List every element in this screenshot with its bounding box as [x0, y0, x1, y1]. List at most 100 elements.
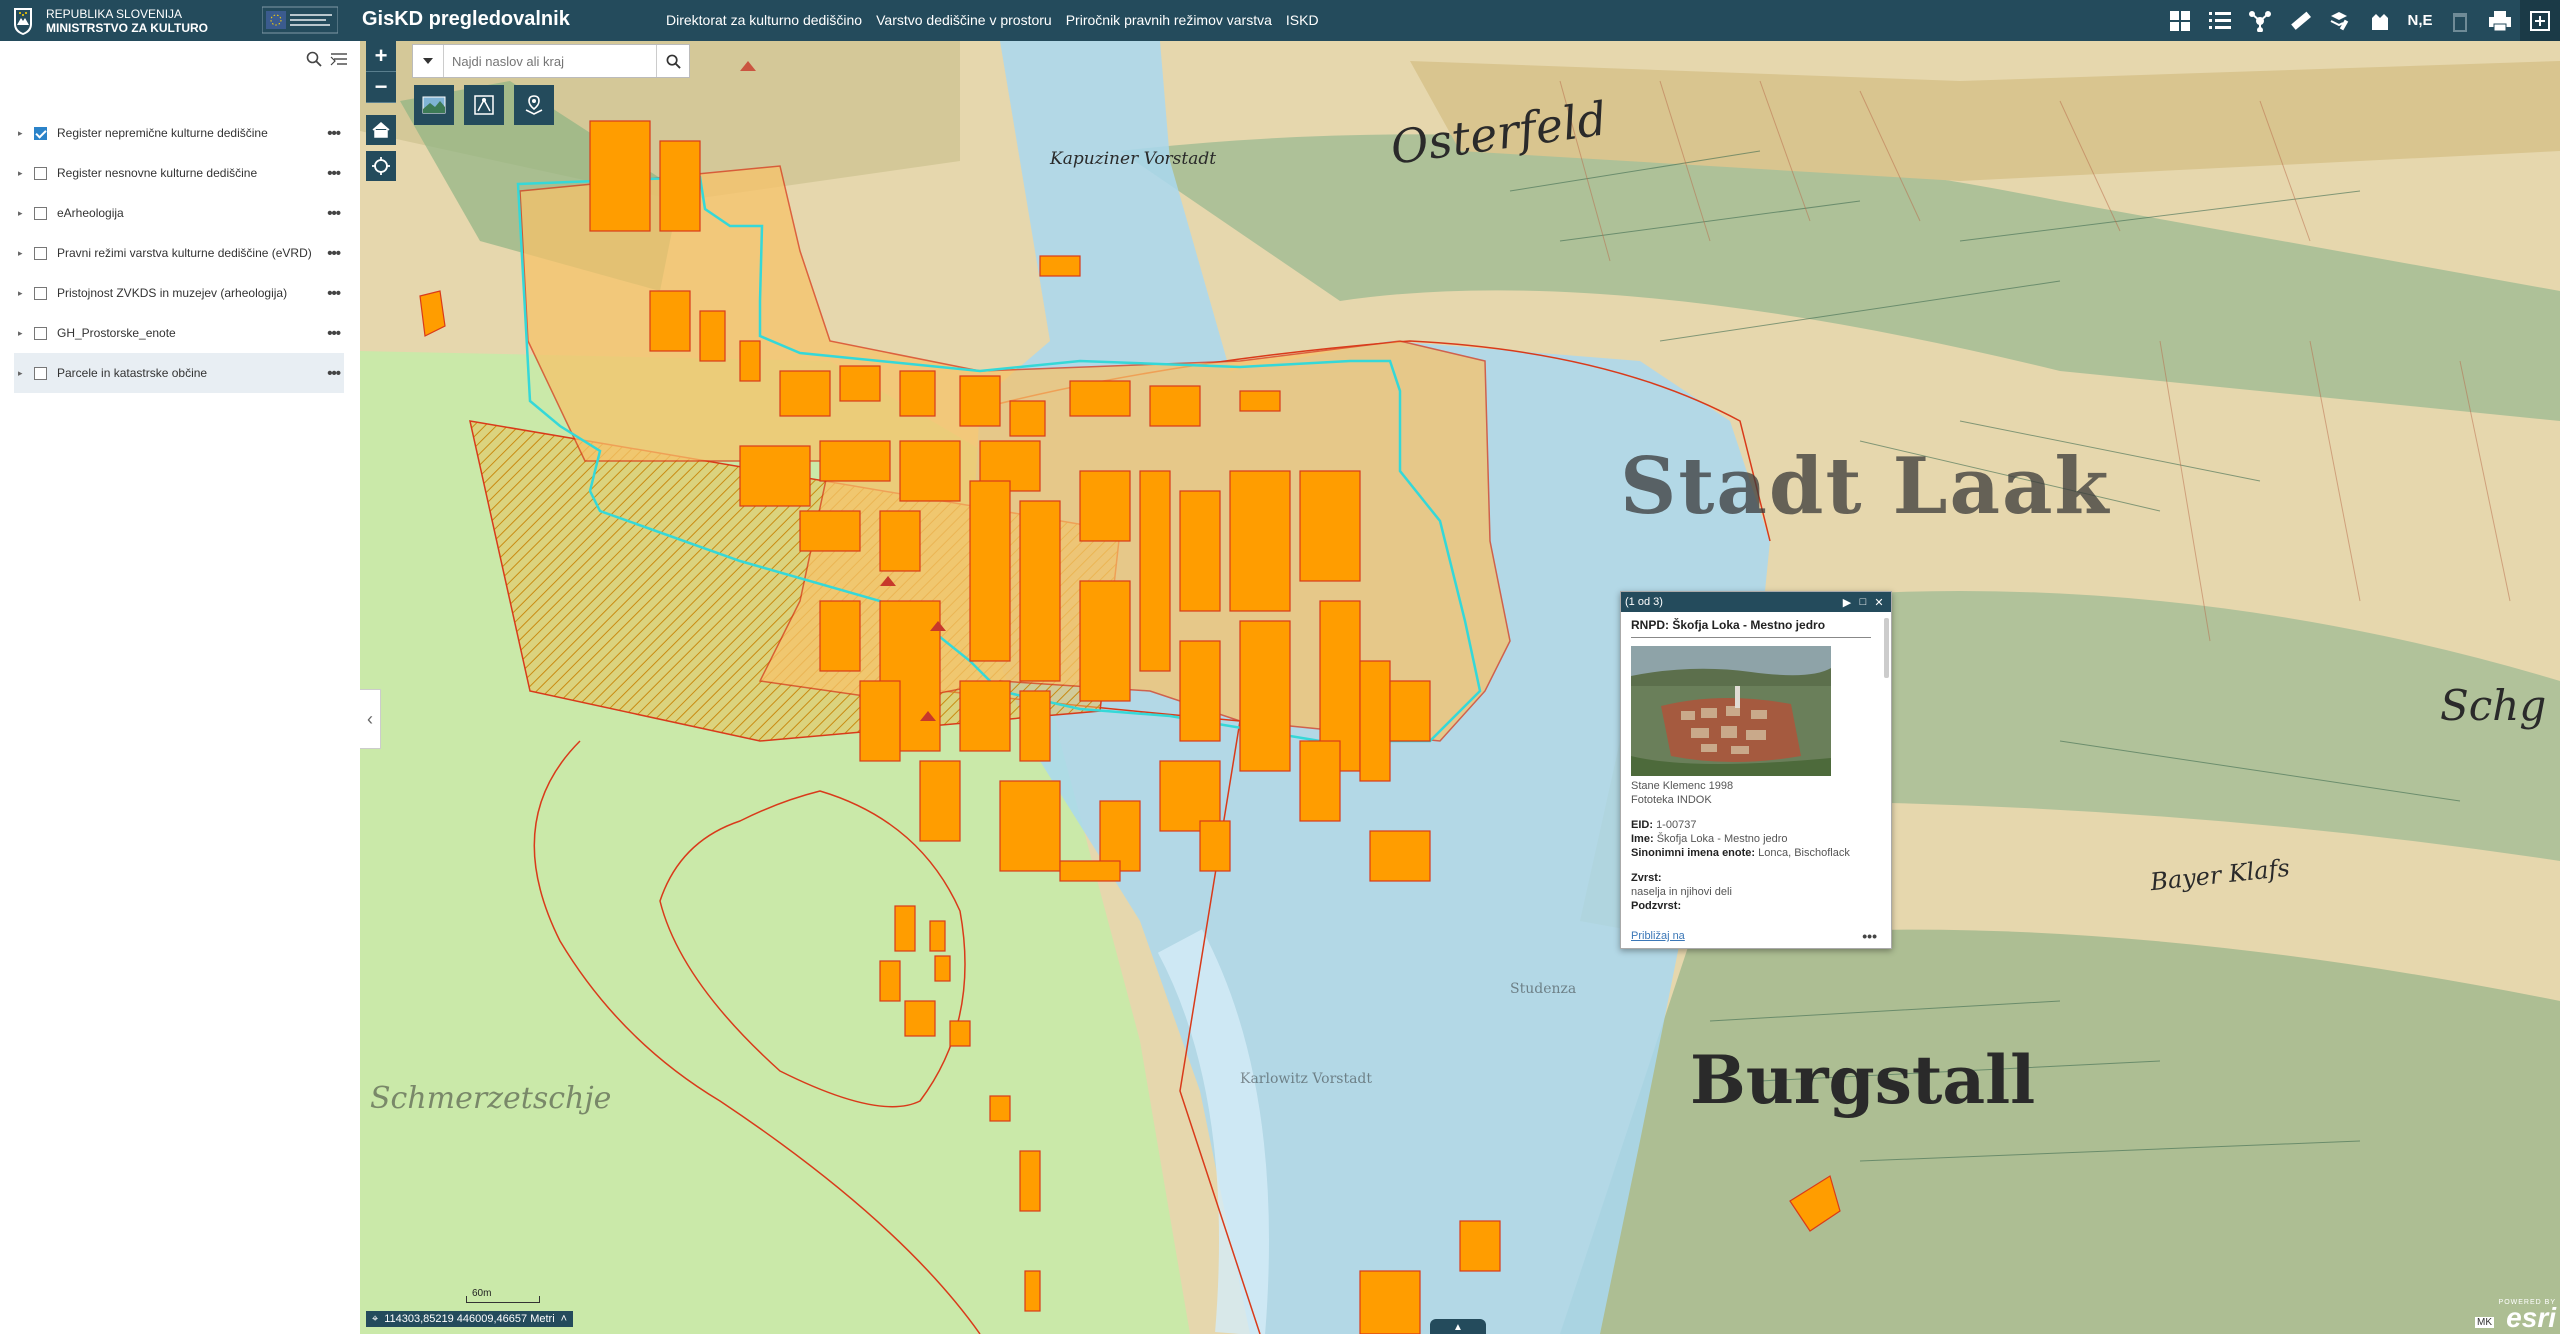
list-icon[interactable] [2200, 0, 2240, 41]
layer-checkbox[interactable] [34, 286, 47, 300]
layers-edit-icon[interactable] [2320, 0, 2360, 41]
more-options-icon[interactable]: ••• [327, 205, 341, 222]
grid-icon[interactable] [2160, 0, 2200, 41]
locate-layer-button[interactable] [514, 85, 554, 125]
more-options-icon[interactable]: ••• [327, 365, 341, 382]
layer-item-pristojnost-zvkds[interactable]: ▸ Pristojnost ZVKDS in muzejev (arheolog… [14, 273, 344, 313]
expand-arrow-icon[interactable]: ▸ [18, 128, 28, 139]
nav-link-iskd[interactable]: ISKD [1286, 12, 1319, 28]
layer-item-register-nepremicne[interactable]: ▸ Register nepremične kulturne dediščine… [14, 113, 344, 153]
map-label-schg: Schg [2440, 681, 2547, 730]
app-header: REPUBLIKA SLOVENIJA MINISTRSTVO ZA KULTU… [0, 0, 2560, 41]
layer-label: GH_Prostorske_enote [57, 326, 176, 340]
search-source-dropdown[interactable] [413, 45, 444, 77]
gov-line-2: MINISTRSTVO ZA KULTURO [46, 20, 208, 35]
more-options-icon[interactable]: ••• [327, 165, 341, 182]
chevron-left-icon: ‹ [367, 708, 373, 729]
expand-arrow-icon[interactable]: ▸ [18, 368, 28, 379]
top-navigation: Direktorat za kulturno dediščino Varstvo… [666, 12, 1319, 28]
home-button[interactable] [366, 115, 396, 145]
layer-list: ▸ Register nepremične kulturne dediščine… [14, 113, 344, 393]
layer-label: Parcele in katastrske občine [57, 366, 208, 380]
search-icon[interactable] [306, 51, 322, 72]
layer-label: Pristojnost ZVKDS in muzejev (arheologij… [57, 286, 288, 300]
photo-author: Stane Klemenc 1998 [1631, 780, 1734, 792]
government-logo[interactable]: REPUBLIKA SLOVENIJA MINISTRSTVO ZA KULTU… [12, 3, 208, 38]
locate-button[interactable] [366, 151, 396, 181]
coordinate-text: 114303,85219 446009,46657 Metri [384, 1313, 555, 1325]
ruler-icon[interactable] [2280, 0, 2320, 41]
print-icon[interactable] [2480, 0, 2520, 41]
nav-link-directorate[interactable]: Direktorat za kulturno dediščino [666, 12, 862, 28]
zoom-out-button[interactable]: − [366, 72, 396, 103]
basemap-gallery-button[interactable] [414, 85, 454, 125]
layer-list-panel: ▸ Register nepremične kulturne dediščine… [0, 41, 361, 1334]
home-icon [372, 122, 390, 138]
layer-item-gh-prostorske-enote[interactable]: ▸ GH_Prostorske_enote ••• [14, 313, 344, 353]
network-icon[interactable] [2240, 0, 2280, 41]
more-options-icon[interactable]: ••• [327, 125, 341, 142]
layer-label: Register nepremične kulturne dediščine [57, 126, 268, 140]
layer-checkbox[interactable] [34, 326, 47, 340]
map-view[interactable]: Osterfeld Kapuziner Vorstadt Stadt Laak … [360, 41, 2560, 1334]
feature-popup: (1 od 3) ▶ □ ✕ RNPD: Škofja Loka - Mestn… [1620, 591, 1892, 949]
search-submit-button[interactable] [656, 45, 689, 77]
crosshair-icon[interactable]: ⌖ [372, 1313, 378, 1326]
maximize-icon[interactable]: □ [1855, 596, 1871, 608]
layer-item-register-nesnovne[interactable]: ▸ Register nesnovne kulturne dediščine •… [14, 153, 344, 193]
more-options-icon[interactable]: ••• [327, 325, 341, 342]
layer-label: Register nesnovne kulturne dediščine [57, 166, 258, 180]
collapse-panel-button[interactable]: ‹ [360, 689, 381, 749]
layer-item-earheologija[interactable]: ▸ eArheologija ••• [14, 193, 344, 233]
filter-list-icon[interactable] [330, 51, 348, 72]
slovenia-crest-icon [14, 7, 32, 35]
layer-checkbox[interactable] [34, 366, 47, 380]
bookmark-icon[interactable] [2360, 0, 2400, 41]
ime-value: Škofja Loka - Mestno jedro [1656, 833, 1788, 845]
draw-tool-button[interactable] [464, 85, 504, 125]
popup-counter: (1 od 3) [1625, 596, 1663, 608]
more-options-icon[interactable]: ••• [327, 245, 341, 262]
layer-checkbox[interactable] [34, 126, 47, 140]
expand-arrow-icon[interactable]: ▸ [18, 328, 28, 339]
next-feature-icon[interactable]: ▶ [1839, 596, 1855, 609]
layer-checkbox[interactable] [34, 166, 47, 180]
caret-down-icon [423, 58, 433, 64]
more-options-icon[interactable]: ••• [327, 285, 341, 302]
popup-scrollbar[interactable] [1884, 618, 1889, 678]
trash-icon[interactable] [2440, 0, 2480, 41]
gov-line-1: REPUBLIKA SLOVENIJA [46, 6, 183, 21]
layer-item-parcele[interactable]: ▸ Parcele in katastrske občine ••• [14, 353, 344, 393]
photo-source: Fototeka INDOK [1631, 794, 1712, 806]
close-icon[interactable]: ✕ [1871, 596, 1887, 609]
layer-item-pravni-rezimi[interactable]: ▸ Pravni režimi varstva kulturne dedišči… [14, 233, 344, 273]
zoom-in-button[interactable]: + [366, 41, 396, 72]
scale-bar [466, 1296, 540, 1303]
nav-link-heritage-protection[interactable]: Varstvo dediščine v prostoru [876, 12, 1052, 28]
nav-link-legal-manual[interactable]: Priročnik pravnih režimov varstva [1066, 12, 1272, 28]
layer-label: eArheologija [57, 206, 124, 220]
coordinate-system-toggle[interactable]: N,E [2400, 0, 2440, 41]
expand-arrow-icon[interactable]: ▸ [18, 248, 28, 259]
esri-logo: POWERED BY esri [2499, 1299, 2556, 1333]
expand-icon[interactable] [2520, 0, 2560, 41]
zoom-to-link[interactable]: Približaj na [1631, 930, 1685, 942]
sinonimi-value: Lonca, Bischoflack [1758, 847, 1850, 859]
layer-checkbox[interactable] [34, 246, 47, 260]
more-actions-icon[interactable]: ••• [1862, 928, 1877, 944]
search-icon [666, 54, 681, 69]
zvrst-value: naselja in njihovi deli [1631, 886, 1732, 898]
expand-arrow-icon[interactable]: ▸ [18, 168, 28, 179]
expand-arrow-icon[interactable]: ▸ [18, 208, 28, 219]
attribution-toggle[interactable]: ▲ [1430, 1319, 1486, 1334]
esri-wordmark: esri [2506, 1302, 2556, 1333]
header-toolbar: N,E [2160, 0, 2560, 41]
address-search-input[interactable] [444, 45, 656, 77]
map-label-kapuziner-vorstadt: Kapuziner Vorstadt [1050, 149, 1217, 169]
expand-arrow-icon[interactable]: ▸ [18, 288, 28, 299]
layer-checkbox[interactable] [34, 206, 47, 220]
eid-value: 1-00737 [1656, 819, 1697, 831]
chevron-up-icon[interactable]: ˄ [561, 1313, 567, 1325]
draw-icon [474, 95, 494, 115]
aerial-town-photo[interactable] [1631, 646, 1831, 776]
